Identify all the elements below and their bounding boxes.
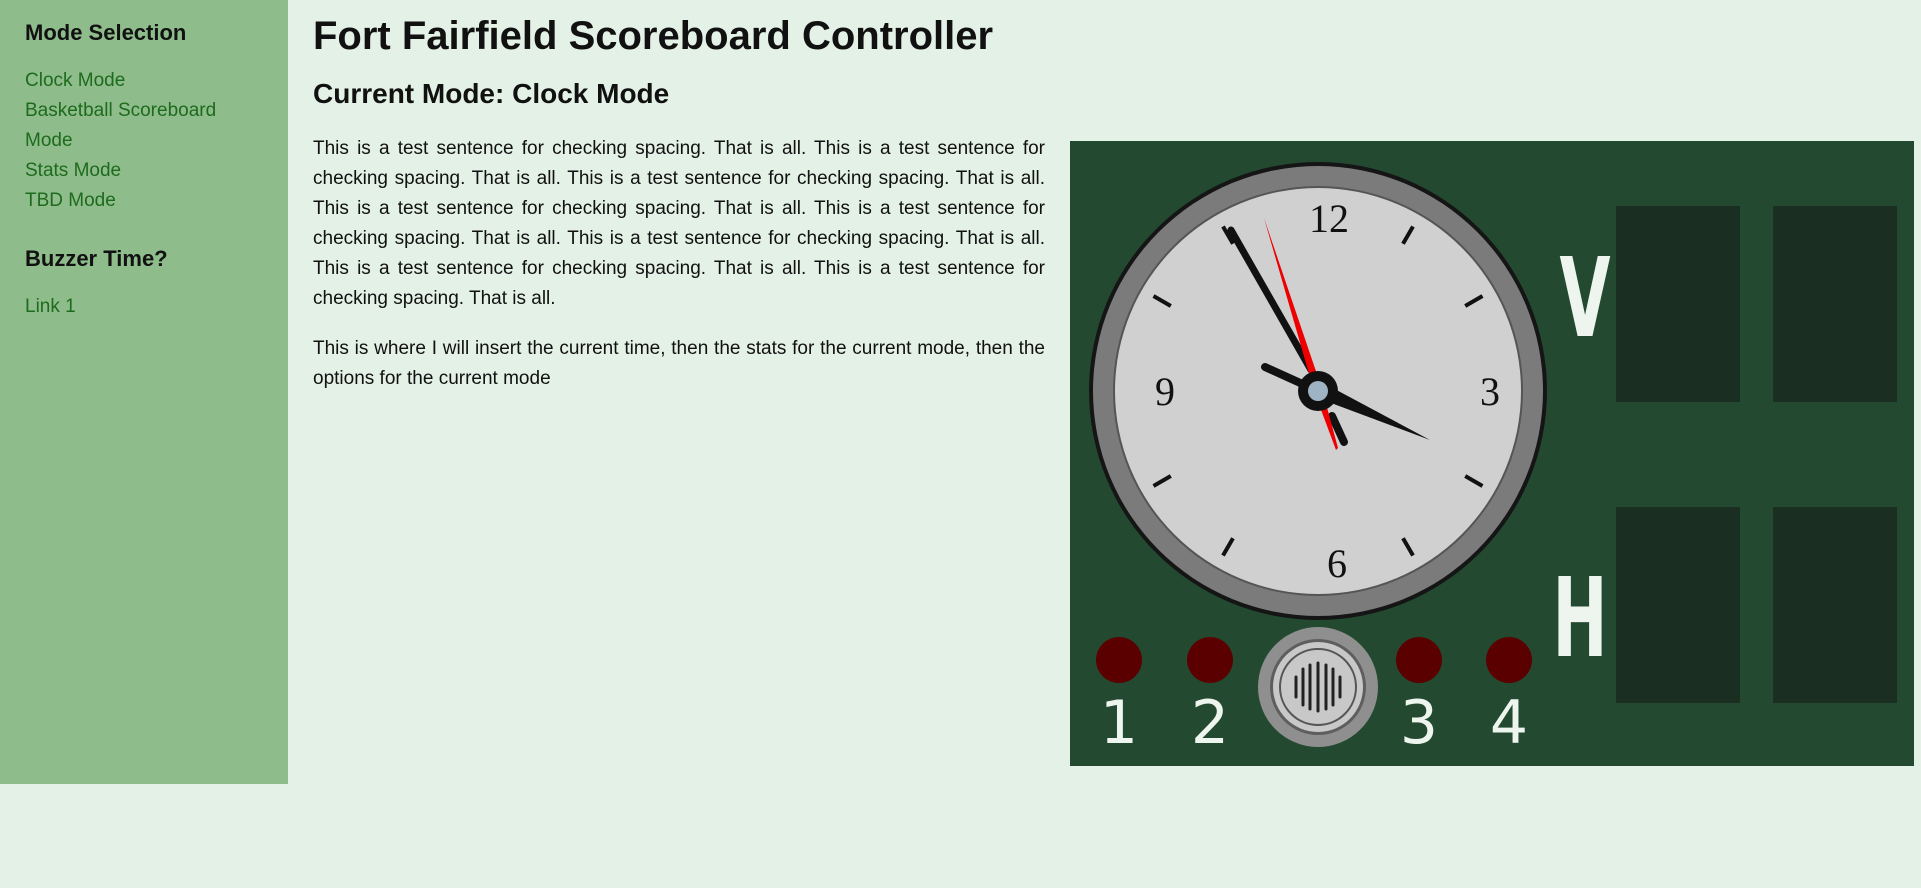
period-1-light: [1096, 637, 1142, 683]
sidebar-heading-buzzer: Buzzer Time?: [25, 246, 168, 271]
basketball-mode-link[interactable]: Basketball Scoreboard Mode: [25, 100, 216, 151]
sidebar-heading-mode-selection: Mode Selection: [25, 20, 187, 45]
placeholder-paragraph: This is where I will insert the current …: [313, 338, 1045, 389]
current-mode-heading: Current Mode: Clock Mode: [313, 78, 670, 109]
mode-item: Clock Mode: [25, 66, 245, 96]
clock-numeral-6: 6: [1327, 541, 1347, 586]
clock-numeral-12: 12: [1309, 196, 1349, 241]
clock-numeral-3: 3: [1480, 369, 1500, 414]
mode-nav: Clock Mode Basketball Scoreboard Mode St…: [25, 66, 245, 216]
home-label: H: [1552, 555, 1607, 682]
mode-item: TBD Mode: [25, 186, 245, 216]
period-4-light: [1486, 637, 1532, 683]
mode-item: Stats Mode: [25, 156, 245, 186]
period-2-label: 2: [1191, 688, 1229, 758]
clock-numeral-9: 9: [1155, 369, 1175, 414]
tbd-mode-link[interactable]: TBD Mode: [25, 190, 116, 211]
sidebar: Mode Selection Clock Mode Basketball Sco…: [0, 0, 288, 784]
period-4-label: 4: [1490, 688, 1528, 758]
clock-hub-center: [1308, 381, 1328, 401]
period-2-light: [1187, 637, 1233, 683]
link-1[interactable]: Link 1: [25, 296, 76, 317]
mode-item: Basketball Scoreboard Mode: [25, 96, 245, 156]
scoreboard-image: 12 3 6 9 V H 1 2 3 4: [1070, 141, 1914, 766]
stats-mode-link[interactable]: Stats Mode: [25, 160, 121, 181]
home-ones-digit-panel: [1773, 507, 1897, 703]
visitor-tens-digit-panel: [1616, 206, 1740, 402]
description-paragraph: This is a test sentence for checking spa…: [313, 138, 1045, 309]
buzzer-links: Link 1: [25, 292, 245, 322]
clock-mode-link[interactable]: Clock Mode: [25, 70, 125, 91]
analog-clock: 12 3 6 9: [1089, 162, 1547, 620]
link-item: Link 1: [25, 292, 245, 322]
period-3-light: [1396, 637, 1442, 683]
period-1-label: 1: [1100, 688, 1138, 758]
horn-speaker-icon: [1258, 627, 1378, 747]
visitor-label: V: [1559, 235, 1610, 362]
visitor-ones-digit-panel: [1773, 206, 1897, 402]
period-3-label: 3: [1400, 688, 1438, 758]
home-tens-digit-panel: [1616, 507, 1740, 703]
page-title: Fort Fairfield Scoreboard Controller: [313, 14, 994, 58]
